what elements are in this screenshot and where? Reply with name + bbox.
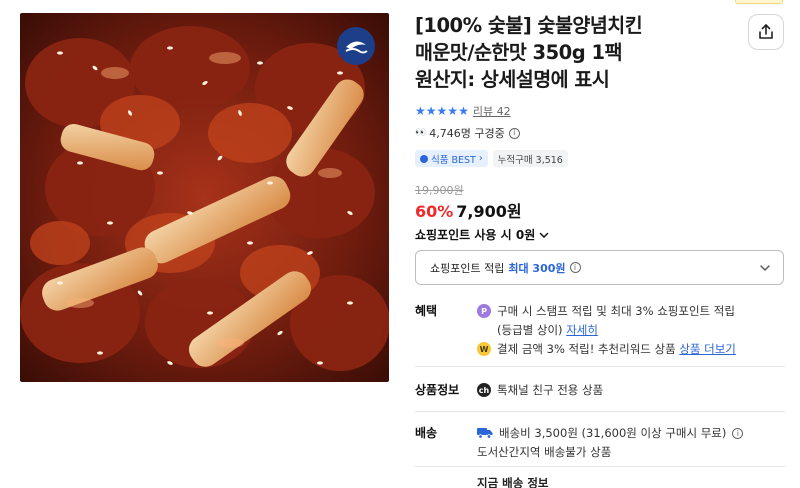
star-icon: ★ bbox=[458, 104, 469, 118]
point-usage-toggle[interactable]: 쇼핑포인트 사용 시 0원 bbox=[415, 226, 549, 243]
discount-rate: 60% bbox=[415, 202, 454, 221]
title-line-2: 매운맛/순한맛 350g 1팩 bbox=[415, 41, 623, 64]
badge-dot-icon bbox=[420, 154, 428, 163]
product-info-panel: [100% 숯불] 숯불양념치킨 매운맛/순한맛 350g 1팩 원산지: 상세… bbox=[415, 0, 785, 488]
chevron-down-icon bbox=[760, 264, 770, 271]
badge-row: 식품 BEST › 누적구매 3,516 bbox=[415, 150, 568, 167]
point-accrual-dropdown[interactable]: 쇼핑포인트 적립 최대 300원 i bbox=[415, 250, 784, 285]
benefit-label: 혜택 bbox=[415, 304, 438, 318]
share-button[interactable] bbox=[748, 14, 784, 50]
purchase-count-badge: 누적구매 3,516 bbox=[492, 150, 568, 167]
viewers-row: 👀 4,746명 구경중 i bbox=[415, 125, 520, 141]
star-rating: ★ ★ ★ ★ ★ bbox=[415, 105, 469, 117]
more-products-link[interactable]: 상품 더보기 bbox=[679, 342, 736, 356]
delivery-restriction-text: 도서산간지역 배송불가 상품 bbox=[477, 445, 612, 459]
price-row: 60% 7,900원 bbox=[415, 198, 522, 222]
talk-channel-icon: ch bbox=[477, 383, 491, 397]
info-icon[interactable]: i bbox=[508, 127, 520, 139]
benefit-section: 혜택 P 구매 시 스탬프 적립 및 최대 3% 쇼핑포인트 적립 (등급별 상… bbox=[415, 302, 785, 358]
benefit-line-2: 결제 금액 3% 적립! 추천리워드 상품 bbox=[497, 342, 676, 356]
benefit-line-1b: (등급별 상이) bbox=[497, 323, 563, 337]
product-title: [100% 숯불] 숯불양념치킨 매운맛/순한맛 350g 1팩 원산지: 상세… bbox=[415, 12, 715, 93]
benefit-body: P 구매 시 스탬프 적립 및 최대 3% 쇼핑포인트 적립 (등급별 상이) … bbox=[477, 302, 785, 359]
delivery-body: 배송비 3,500원 (31,600원 이상 구매시 무료) i 도서산간지역 … bbox=[477, 424, 785, 462]
product-image[interactable] bbox=[20, 13, 389, 382]
product-info-body: ch 톡채널 친구 전용 상품 bbox=[477, 381, 785, 400]
reward-coin-icon: W bbox=[477, 342, 491, 356]
point-accrual-max: 최대 300원 bbox=[508, 261, 566, 275]
truck-icon bbox=[477, 428, 493, 439]
share-icon bbox=[759, 24, 773, 39]
eyes-icon: 👀 bbox=[415, 128, 426, 138]
delivery-info-cutoff: 지금 배송 정보 bbox=[477, 476, 549, 488]
info-icon[interactable]: i bbox=[569, 262, 581, 273]
delivery-section: 배송 배송비 3,500원 (31,600원 이상 구매시 무료) i 도서산간… bbox=[415, 424, 785, 466]
divider bbox=[415, 466, 785, 467]
product-info-section: 상품정보 ch 톡채널 친구 전용 상품 bbox=[415, 381, 785, 403]
stamp-point-icon: P bbox=[477, 304, 491, 318]
corner-badge bbox=[735, 0, 783, 4]
benefit-line-1: 구매 시 스탬프 적립 및 최대 3% 쇼핑포인트 적립 bbox=[497, 304, 735, 318]
divider bbox=[415, 366, 785, 367]
benefit-detail-link[interactable]: 자세히 bbox=[566, 323, 598, 337]
product-info-label: 상품정보 bbox=[415, 383, 460, 397]
star-icon: ★ bbox=[436, 104, 448, 118]
title-line-1: [100% 숯불] 숯불양념치킨 bbox=[415, 14, 643, 37]
point-usage-label: 쇼핑포인트 사용 시 0원 bbox=[415, 228, 536, 242]
viewers-text: 4,746명 구경중 bbox=[429, 127, 505, 140]
point-accrual-label: 쇼핑포인트 적립 bbox=[430, 261, 505, 275]
fish-wave-logo-icon bbox=[337, 27, 375, 65]
info-icon[interactable]: i bbox=[732, 428, 744, 439]
star-icon: ★ bbox=[447, 104, 459, 118]
delivery-fee-text: 배송비 3,500원 (31,600원 이상 구매시 무료) bbox=[499, 426, 727, 440]
purchase-count-label: 누적구매 3,516 bbox=[497, 154, 563, 166]
product-info-text: 톡채널 친구 전용 상품 bbox=[497, 383, 604, 397]
chevron-right-icon: › bbox=[478, 153, 483, 164]
star-icon: ★ bbox=[425, 104, 437, 118]
original-price: 19,900원 bbox=[415, 184, 464, 197]
title-line-3: 원산지: 상세설명에 표시 bbox=[415, 68, 610, 91]
food-best-badge[interactable]: 식품 BEST › bbox=[415, 150, 488, 167]
rating-row: ★ ★ ★ ★ ★ 리뷰 42 bbox=[415, 103, 511, 119]
sale-price: 7,900원 bbox=[456, 202, 522, 221]
review-link[interactable]: 리뷰 42 bbox=[473, 103, 511, 119]
star-icon: ★ bbox=[415, 104, 426, 118]
chevron-down-icon bbox=[540, 232, 549, 238]
delivery-label: 배송 bbox=[415, 426, 438, 440]
food-best-label: 식품 BEST bbox=[431, 154, 476, 166]
divider bbox=[415, 411, 785, 412]
